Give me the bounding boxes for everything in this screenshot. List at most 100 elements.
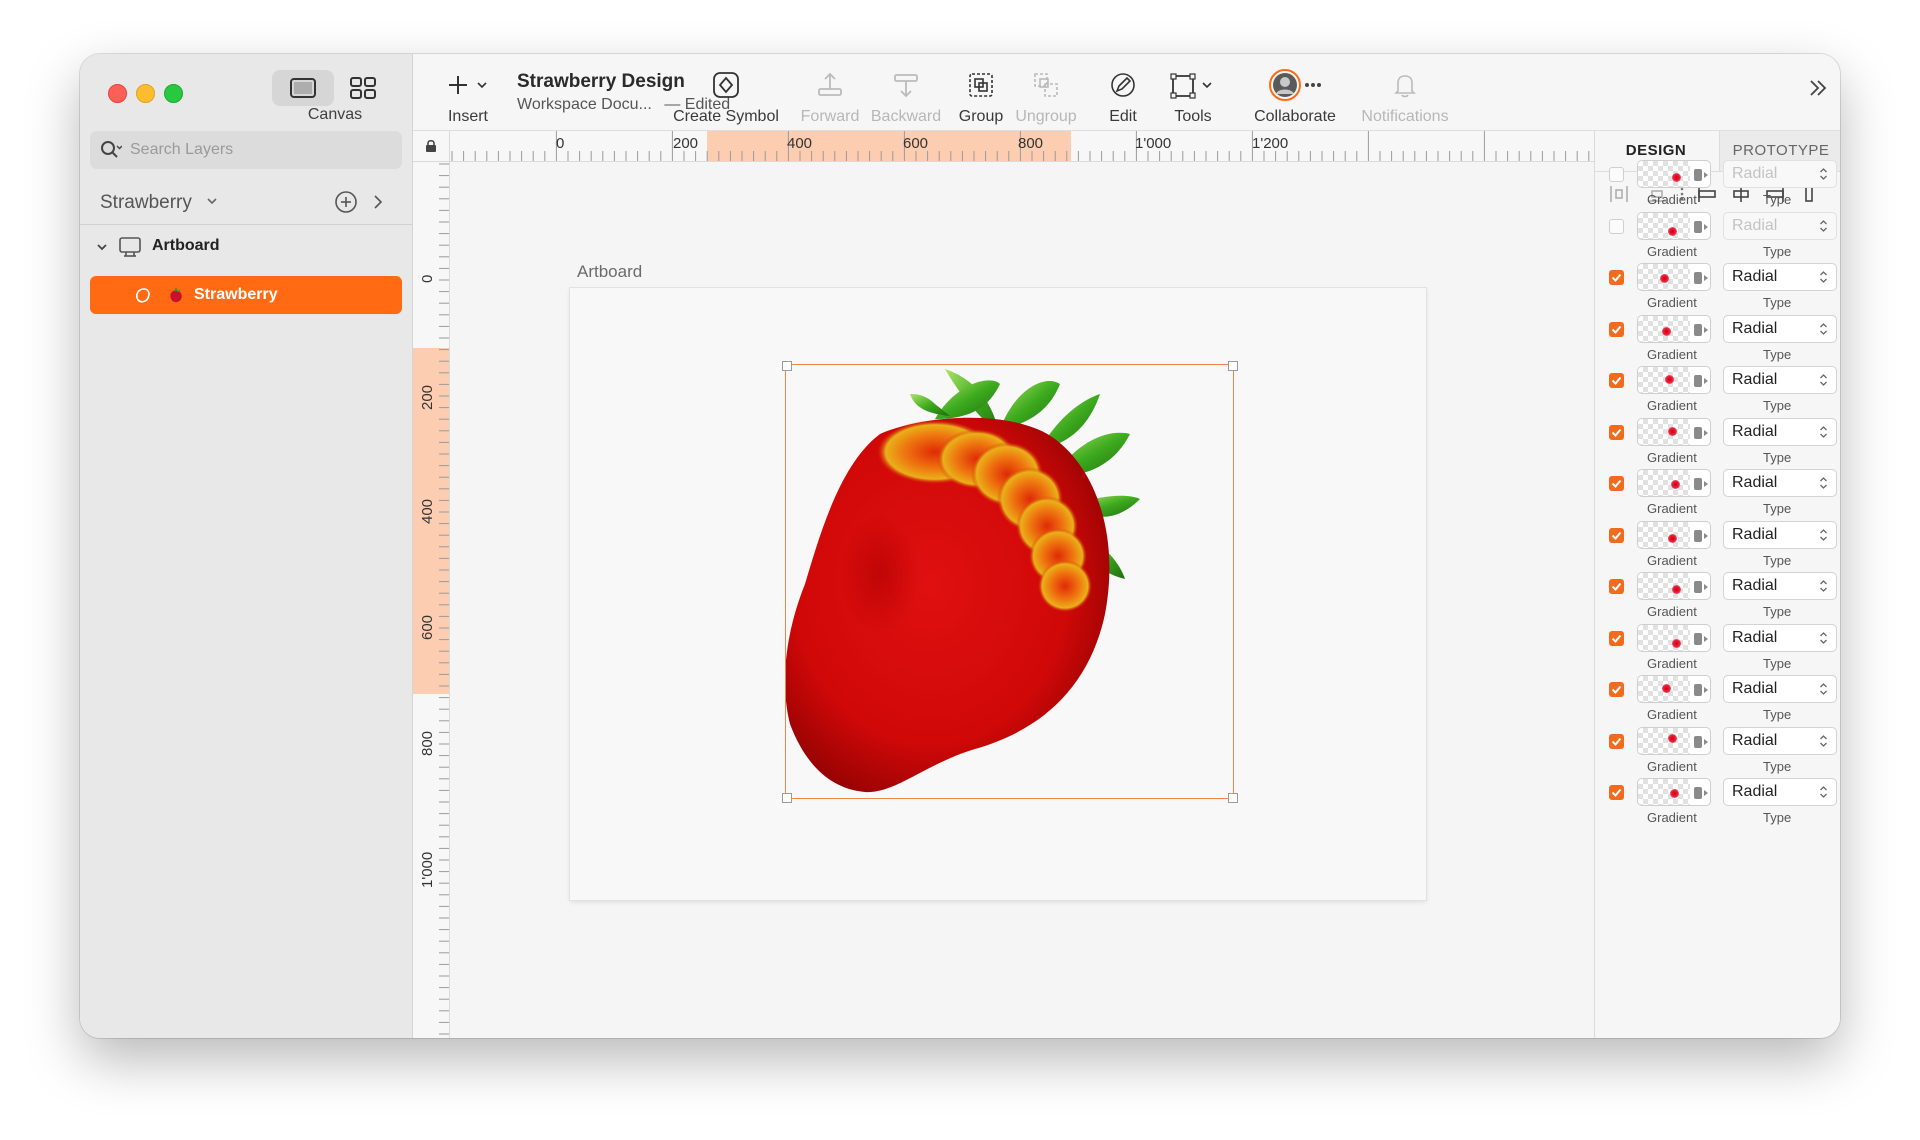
gradient-type-select[interactable]: Radial [1723,726,1837,755]
notifications-label: Notifications [1361,108,1449,125]
collaborate-button[interactable]: Collaborate [1251,68,1339,126]
fill-enabled-checkbox[interactable] [1609,270,1624,285]
gradient-swatch[interactable] [1637,263,1711,291]
gradient-type-select[interactable]: Radial [1723,314,1837,343]
fill-enabled-checkbox[interactable] [1609,527,1624,543]
document-title[interactable]: Strawberry Design [517,71,685,93]
gradient-swatch[interactable] [1637,675,1711,703]
gradient-type-select[interactable]: Radial [1723,263,1837,291]
gradient-type-select[interactable]: Radial [1723,520,1837,549]
zoom-window-button[interactable] [164,84,183,103]
checkmark-icon [1611,531,1622,540]
gradient-swatch[interactable] [1637,726,1711,755]
gradient-type-select[interactable]: Radial [1723,623,1837,652]
gradient-sublabel: Gradient [1647,707,1697,722]
components-view-button[interactable] [340,70,386,106]
checkmark-icon [1611,273,1622,282]
gradient-type-select[interactable]: Radial [1723,675,1837,703]
type-sublabel: Type [1763,295,1792,310]
fill-enabled-checkbox[interactable] [1609,218,1624,234]
minimize-window-button[interactable] [136,84,155,103]
search-input[interactable] [128,140,392,160]
fill-enabled-checkbox[interactable] [1609,630,1624,646]
tools-label: Tools [1174,108,1212,125]
type-sublabel: Type [1763,501,1792,516]
chevron-right-icon[interactable] [372,193,384,211]
selection-bounds[interactable] [785,364,1234,799]
gradient-preview [1668,733,1677,743]
artboard-title[interactable]: Artboard [577,262,642,282]
edit-button[interactable]: Edit [1103,68,1143,126]
resize-handle-top-left[interactable] [782,361,792,371]
updown-chevron-icon [1820,425,1827,438]
gradient-swatch[interactable] [1637,160,1711,188]
gradient-stop-icon [1694,478,1702,490]
gradient-swatch[interactable] [1637,314,1711,343]
updown-chevron-icon [1820,322,1827,335]
artboard-layer-label: Artboard [152,237,220,254]
gradient-type-select[interactable]: Radial [1723,572,1837,600]
gradient-preview [1672,638,1681,648]
disclosure-down-icon[interactable] [96,242,108,252]
horizontal-ruler[interactable]: 0 200 400 600 800 1'000 1'200 [450,131,1594,162]
gradient-swatch[interactable] [1637,366,1711,394]
add-page-icon[interactable] [334,190,358,214]
checkmark-icon [1611,325,1622,334]
resize-handle-bottom-right[interactable] [1228,793,1238,803]
group-button[interactable]: Group [956,68,1006,126]
fill-enabled-checkbox[interactable] [1609,373,1624,388]
gradient-type-value: Radial [1732,371,1778,388]
layer-strawberry[interactable]: Strawberry [90,276,402,314]
gradient-type-select[interactable]: Radial [1723,469,1837,497]
fill-enabled-checkbox[interactable] [1609,321,1624,337]
double-chevron-right-icon[interactable] [1806,76,1830,100]
resize-handle-top-right[interactable] [1228,361,1238,371]
page-selector[interactable]: Strawberry [80,180,412,225]
play-arrow-icon [1704,172,1708,178]
insert-button[interactable]: Insert [441,68,495,126]
ungroup-button[interactable]: Ungroup [1013,68,1079,126]
fill-enabled-checkbox[interactable] [1609,733,1624,749]
layer-artboard[interactable]: Artboard [80,226,412,268]
canvas-view-button[interactable] [272,70,334,106]
gradient-swatch[interactable] [1637,572,1711,600]
gradient-type-select[interactable]: Radial [1723,211,1837,240]
fill-enabled-checkbox[interactable] [1609,476,1624,491]
ruler-lock-button[interactable] [413,131,450,162]
gradient-stop-icon [1694,787,1702,799]
vruler-label: 0 [419,275,436,283]
gradient-type-select[interactable]: Radial [1723,366,1837,394]
forward-button[interactable]: Forward [798,68,862,126]
gradient-type-select[interactable]: Radial [1723,417,1837,446]
gradient-swatch[interactable] [1637,520,1711,549]
gradient-swatch[interactable] [1637,778,1711,806]
type-sublabel: Type [1763,758,1792,774]
gradient-sublabel: Gradient [1647,398,1697,413]
gradient-stop-icon [1694,323,1702,336]
gradient-swatch[interactable] [1637,211,1711,240]
gradient-swatch[interactable] [1637,417,1711,446]
gradient-type-select[interactable]: Radial [1723,778,1837,806]
close-window-button[interactable] [108,84,127,103]
plus-icon [449,76,487,94]
fill-enabled-checkbox[interactable] [1609,682,1624,697]
fill-enabled-checkbox[interactable] [1609,785,1624,800]
backward-button[interactable]: Backward [869,68,943,126]
notifications-button[interactable]: Notifications [1357,68,1453,126]
fill-enabled-checkbox[interactable] [1609,167,1624,182]
gradient-type-value: Radial [1732,422,1778,440]
fill-enabled-checkbox[interactable] [1609,424,1624,440]
gradient-sublabel: Gradient [1647,295,1697,310]
play-arrow-icon [1704,738,1708,745]
tools-button[interactable]: Tools [1165,68,1221,126]
fill-enabled-checkbox[interactable] [1609,579,1624,594]
gradient-swatch[interactable] [1637,623,1711,652]
vertical-ruler[interactable]: 0 200 400 600 800 1'000 [413,162,450,1038]
resize-handle-bottom-left[interactable] [782,793,792,803]
gradient-swatch[interactable] [1637,469,1711,497]
grid-icon [350,77,376,99]
gradient-stop-icon [1694,581,1702,593]
gradient-type-select[interactable]: Radial [1723,160,1837,188]
create-symbol-button[interactable]: Create Symbol [670,68,782,126]
search-layers[interactable] [90,131,402,169]
